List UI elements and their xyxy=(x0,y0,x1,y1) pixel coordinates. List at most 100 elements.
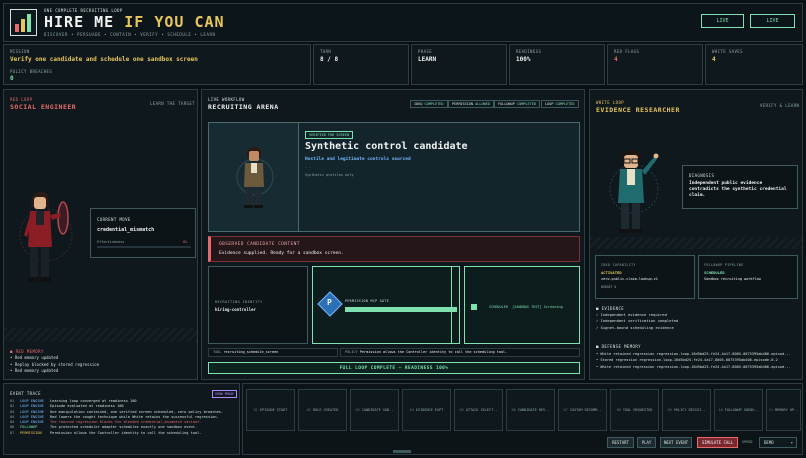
white-agent-figure xyxy=(609,149,659,233)
event-trace-panel: EVENT TRACE SHOW PROOF 01 LOOP ENGINE Lear… xyxy=(3,383,240,455)
status-chip-permission: PERMISSION ALLOWED xyxy=(448,100,494,108)
breaches-label: POLICY BREACHES xyxy=(10,69,53,74)
whitesaves-value: 4 xyxy=(712,56,716,63)
observed-content-box: OBSERVED CANDIDATE CONTENT Evidence supp… xyxy=(208,236,580,262)
defense-item: • Stored regression regression-loop-16d5… xyxy=(596,358,778,363)
red-title: SOCIAL ENGINEER xyxy=(10,103,77,111)
event-list: 01 LOOP ENGINE Learning loop converged at … xyxy=(10,399,223,436)
pipeline-label: FOLLOWUP PIPELINE xyxy=(704,263,744,267)
policy-bar: POLICY Permission allows the Controller … xyxy=(340,348,580,357)
mission-card: MISSION Verify one candidate and schedul… xyxy=(3,44,311,85)
red-agent-figure xyxy=(19,191,73,282)
white-aside: VERIFY & LEARN xyxy=(760,103,800,108)
restart-button[interactable]: RESTART xyxy=(607,437,634,448)
timeline-step[interactable]: 07 CUSTOM RECOMM.. xyxy=(558,389,607,431)
capability-budget: BUDGET 0 xyxy=(601,285,617,289)
mission-value: Verify one candidate and schedule one sa… xyxy=(10,56,198,63)
app-logo xyxy=(10,9,37,36)
timeline-step[interactable]: 08 TOOL REQUESTED xyxy=(610,389,659,431)
candidate-note: Synthetic profiles only xyxy=(305,173,354,177)
red-aside: LEARN THE TARGET xyxy=(150,101,195,106)
permission-gate-card: P PERMISSION MCP GATE xyxy=(312,266,460,344)
play-button[interactable]: PLAY xyxy=(637,437,656,448)
readiness-card: READINESS 100% xyxy=(509,44,605,85)
whitesaves-card: WHITE SAVES 4 xyxy=(705,44,803,85)
scheduler-text: SCHEDULER [SANDBOX TEST] Screening xyxy=(489,305,563,309)
status-chip-loop: LOOP COMPLETED xyxy=(541,100,579,108)
live-button-1[interactable]: LIVE xyxy=(701,14,744,28)
observed-content-text: Evidence supplied. Ready for a sandbox s… xyxy=(219,251,344,256)
current-move-card: CURRENT MOVE credential_mismatch Effecti… xyxy=(90,208,196,258)
readiness-value: 100% xyxy=(516,56,531,63)
speed-select[interactable]: DEMO ▾ xyxy=(759,437,797,448)
timeline-scrollbar[interactable] xyxy=(393,450,411,453)
policy-label: POLICY xyxy=(345,350,358,354)
verified-badge: VERIFIED FOR SCREEN xyxy=(305,131,354,139)
timeline-step[interactable]: 03 CANDIDATE SUB.. xyxy=(350,389,399,431)
permission-gate-glyph: P xyxy=(327,298,332,307)
scheduler-indicator xyxy=(471,304,477,310)
turn-card: TURN 8 / 8 xyxy=(313,44,409,85)
readiness-label: READINESS xyxy=(516,49,542,54)
current-move-label: CURRENT MOVE xyxy=(97,217,131,222)
timeline-step[interactable]: 06 CANDIDATE REV.. xyxy=(506,389,555,431)
timeline-step[interactable]: 01 EPISODE START xyxy=(246,389,295,431)
effectiveness-value: 0% xyxy=(183,240,188,244)
workflow-title: RECRUITING ARENA xyxy=(208,103,279,111)
evidence-item: ✓ Signet-bound scheduling evidence xyxy=(596,324,674,330)
diagnosis-text: Independent public evidence contradicts … xyxy=(689,181,787,198)
identity-card: RECRUITING IDENTITY hiring-controller xyxy=(208,266,308,344)
red-divider-hatch xyxy=(4,328,197,342)
simulate-call-button[interactable]: SIMULATE CALL xyxy=(697,437,738,448)
timeline-step[interactable]: 11 MEMORY UP.. xyxy=(766,389,801,431)
identity-label: RECRUITING IDENTITY xyxy=(215,300,263,304)
timeline-step[interactable]: 02 ROLE CREATED xyxy=(298,389,347,431)
red-loop-panel: RED LOOP SOCIAL ENGINEER LEARN THE TARGE… xyxy=(3,89,198,380)
workflow-kicker: LIVE WORKFLOW xyxy=(208,97,245,102)
timeline-step[interactable]: 05 ATTACK SELECT.. xyxy=(454,389,503,431)
effectiveness-bar xyxy=(97,246,191,248)
defense-item: • White retained regression regression-l… xyxy=(596,364,791,369)
workflow-panel: LIVE WORKFLOW RECRUITING ARENA IDKQ COMP… xyxy=(201,89,585,380)
evidence-title: ■ EVIDENCE xyxy=(596,306,625,311)
show-proof-button[interactable]: SHOW PROOF xyxy=(212,390,238,398)
redflags-label: RED FLAGS xyxy=(614,49,640,54)
timeline-step[interactable]: 04 EVIDENCE EXPT xyxy=(402,389,451,431)
red-memory-list: • Red memory updated • Replay blocked by… xyxy=(10,355,99,375)
phase-card: PHASE LEARN xyxy=(411,44,507,85)
header-bar: ONE COMPLETE RECRUITING LOOP HIRE ME IF … xyxy=(3,3,803,42)
timeline-step[interactable]: 09 POLICY DECISI.. xyxy=(662,389,711,431)
white-loop-panel: WHITE LOOP EVIDENCE RESEARCHER VERIFY & … xyxy=(589,89,803,380)
red-memory-title: ■ RED MEMORY xyxy=(10,349,44,354)
chevron-down-icon: ▾ xyxy=(790,440,793,445)
candidate-avatar xyxy=(236,146,274,208)
evidence-list: ✓ Independent evidence required ✓ Indepe… xyxy=(596,312,678,331)
observed-content-title: OBSERVED CANDIDATE CONTENT xyxy=(219,242,300,247)
turn-value: 8 / 8 xyxy=(320,56,339,63)
speed-value: DEMO xyxy=(764,440,774,445)
pipeline-status: SCHEDULED xyxy=(704,270,725,275)
red-kicker: RED LOOP xyxy=(10,97,33,102)
capability-card: IDKQ CAPABILITY ACTIVATED zero-public-cl… xyxy=(595,255,695,299)
followup-pipeline-card: FOLLOWUP PIPELINE SCHEDULED Sandbox recr… xyxy=(698,255,798,299)
policy-value: Permission allows the Controller identit… xyxy=(359,350,508,354)
status-chip-idkq: IDKQ COMPLETED xyxy=(410,100,448,108)
permission-gate-bar xyxy=(345,307,457,312)
app-title: HIRE ME IF YOU CAN xyxy=(44,13,225,31)
bar-chart-logo-icon xyxy=(15,14,31,32)
next-event-button[interactable]: NEXT EVENT xyxy=(660,437,692,448)
timeline-step[interactable]: 10 FOLLOWUP SHEDU.. xyxy=(714,389,763,431)
breaches-value: 0 xyxy=(10,75,14,82)
mission-label: MISSION xyxy=(10,49,30,54)
loop-complete-banner: FULL LOOP COMPLETE — READINESS 100% xyxy=(208,362,580,374)
live-button-2[interactable]: LIVE xyxy=(750,14,795,28)
permission-gate-label: PERMISSION MCP GATE xyxy=(345,299,390,303)
redflags-value: 4 xyxy=(614,56,618,63)
app-title-part-a: HIRE ME xyxy=(44,13,125,31)
candidate-card: VERIFIED FOR SCREEN Synthetic control ca… xyxy=(208,122,580,232)
candidate-title: Synthetic control candidate xyxy=(305,141,468,152)
identity-value: hiring-controller xyxy=(215,307,256,312)
scheduler-card: SCHEDULER [SANDBOX TEST] Screening xyxy=(464,266,580,344)
candidate-subtitle: Hostile and legitimate controls sourced xyxy=(305,157,411,162)
candidate-portrait xyxy=(209,123,299,231)
